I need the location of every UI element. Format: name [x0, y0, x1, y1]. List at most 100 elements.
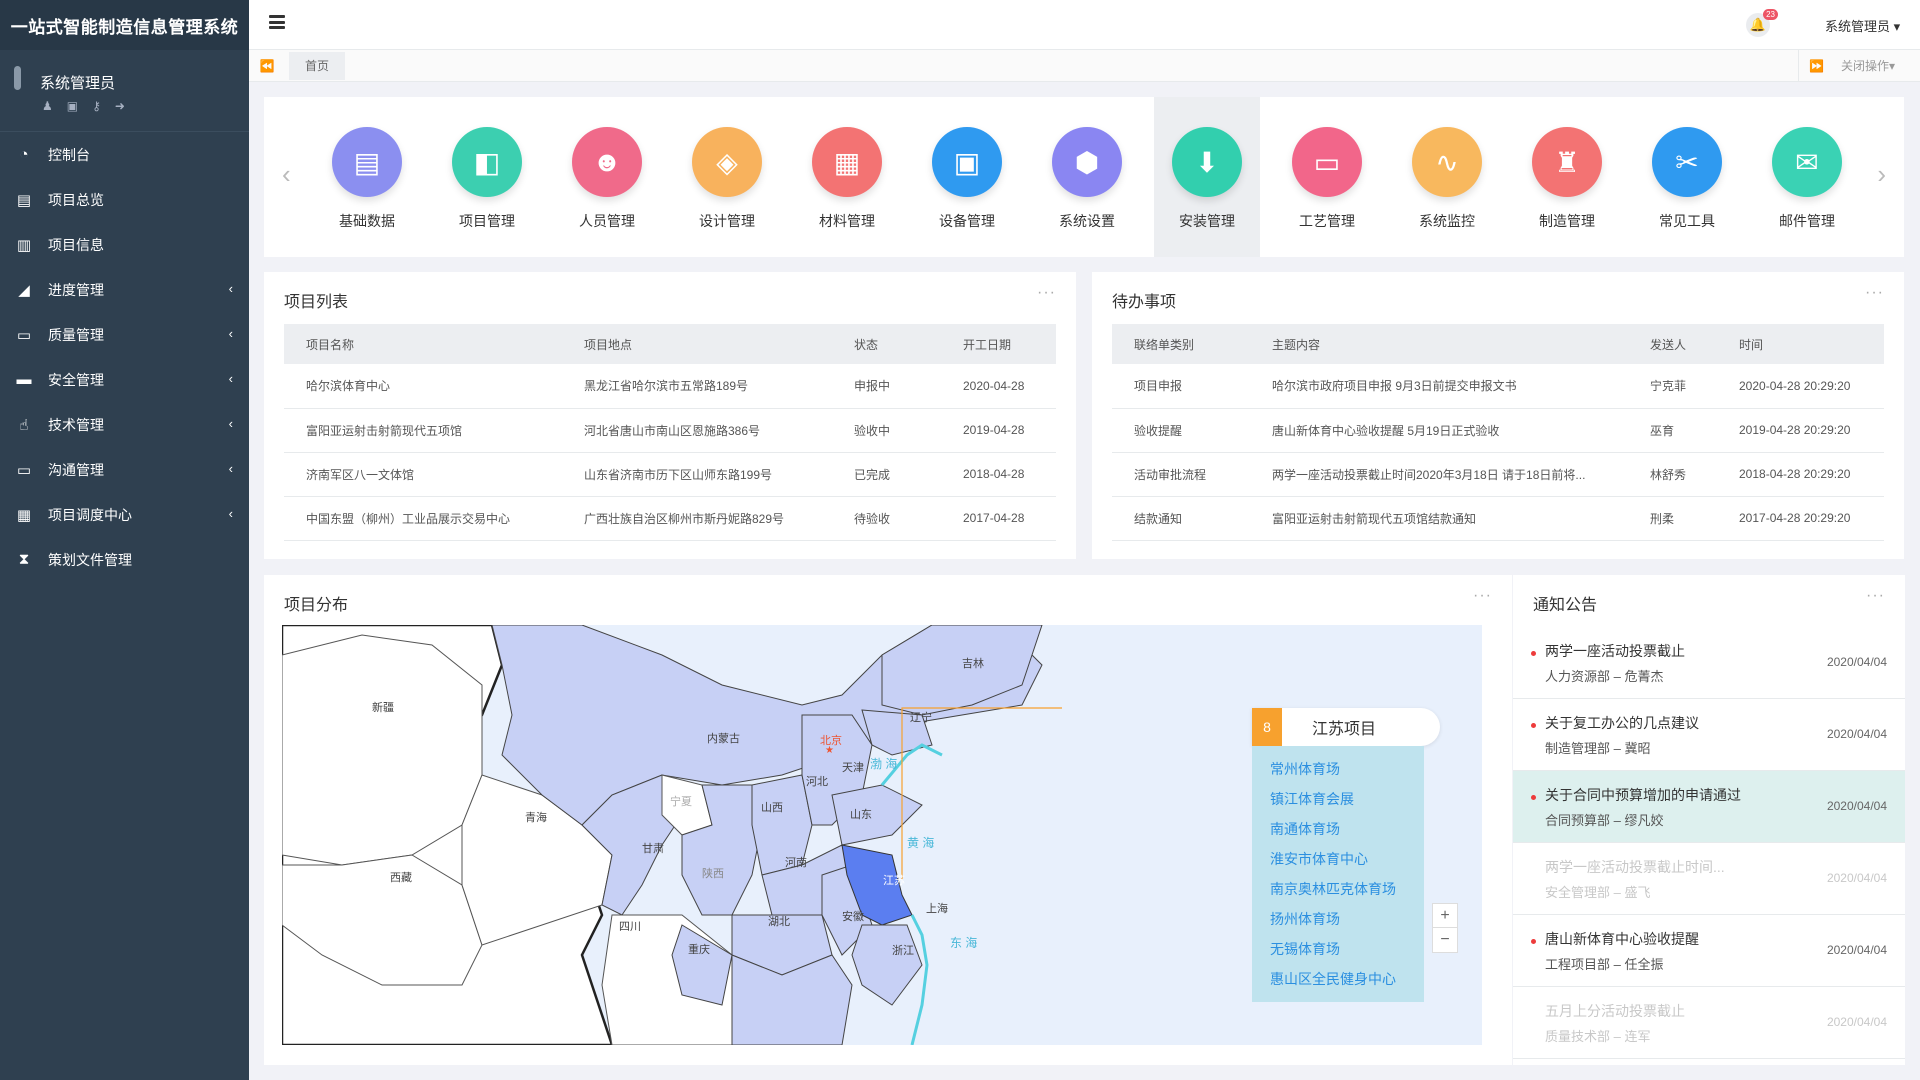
notice-item[interactable]: 唐山新体育中心验收提醒 工程项目部 – 任全振 2020/04/04: [1513, 915, 1905, 987]
profile-name[interactable]: 系统管理员: [40, 72, 115, 93]
module-shortcut[interactable]: ☻ 人员管理: [554, 97, 660, 257]
tabs-scroll-right-icon[interactable]: ⏩: [1798, 50, 1834, 82]
province-label: 北京: [820, 733, 842, 747]
sidebar-item-safety[interactable]: ▬ 安全管理 ‹: [0, 357, 249, 402]
column-header[interactable]: 时间: [1717, 324, 1884, 364]
province-label: 内蒙古: [707, 731, 740, 745]
sidebar-item-overview[interactable]: ▤ 项目总览: [0, 177, 249, 222]
key-icon[interactable]: ⚷: [92, 99, 101, 113]
notice-title: 唐山新体育中心验收提醒: [1545, 931, 1699, 947]
module-shortcut[interactable]: ◈ 设计管理: [674, 97, 780, 257]
column-header[interactable]: 发送人: [1628, 324, 1717, 364]
sidebar-menu: ◔ 控制台 ▤ 项目总览 ▥ 项目信息 ◢ 进度管理 ‹ ▭ 质量管理 ‹ ▬ 安全管理 ‹ ☝ 技…: [0, 132, 249, 582]
module-icon: ◧: [452, 127, 522, 197]
column-header[interactable]: 状态: [832, 324, 941, 364]
popup-project-link[interactable]: 镇江体育会展: [1270, 784, 1424, 814]
sidebar-item-communication[interactable]: ▭ 沟通管理 ‹: [0, 447, 249, 492]
module-label: 安装管理: [1179, 213, 1235, 229]
module-label: 基础数据: [339, 213, 395, 229]
column-header[interactable]: 主题内容: [1250, 324, 1628, 364]
popup-project-link[interactable]: 惠山区全民健身中心: [1270, 964, 1424, 994]
module-shortcut[interactable]: ⬢ 系统设置: [1034, 97, 1140, 257]
logout-icon[interactable]: ➜: [115, 99, 125, 113]
bell-icon[interactable]: 🔔 23: [1746, 9, 1778, 37]
popup-project-link[interactable]: 常州体育场: [1270, 754, 1424, 784]
notice-item[interactable]: 两学一座活动投票截止时间... 安全管理部 – 盛飞 2020/04/04: [1513, 843, 1905, 915]
idcard-icon[interactable]: ▣: [67, 99, 78, 113]
chevron-right-icon[interactable]: ›: [1877, 159, 1886, 190]
more-icon[interactable]: ···: [1865, 284, 1884, 302]
table-row[interactable]: 活动审批流程 两学一座活动投票截止时间2020年3月18日 请于18日前将... 林…: [1112, 452, 1884, 497]
popup-project-link[interactable]: 无锡体育场: [1270, 934, 1424, 964]
more-icon[interactable]: ···: [1037, 284, 1056, 302]
more-icon[interactable]: ···: [1473, 587, 1492, 605]
module-icon: ♜: [1532, 127, 1602, 197]
sidebar-item-quality[interactable]: ▭ 质量管理 ‹: [0, 312, 249, 357]
notice-item[interactable]: 五月上分活动投票截止 质量技术部 – 连军 2020/04/04: [1513, 987, 1905, 1059]
table-row[interactable]: 中国东盟（柳州）工业品展示交易中心 广西壮族自治区柳州市斯丹妮路829号 待验收 20…: [284, 496, 1056, 541]
table-row[interactable]: 结款通知 富阳亚运射击射箭现代五项馆结款通知 刑柔 2017-04-28 20:29:…: [1112, 496, 1884, 541]
chevron-left-icon[interactable]: ‹: [282, 159, 291, 190]
column-header[interactable]: 项目名称: [284, 324, 562, 364]
table-row[interactable]: 验收提醒 唐山新体育中心验收提醒 5月19日正式验收 巫育 2019-04-28 20…: [1112, 408, 1884, 453]
menu-toggle-icon[interactable]: [269, 15, 285, 29]
module-shortcut[interactable]: ♜ 制造管理: [1514, 97, 1620, 257]
notice-item[interactable]: 关于复工办公的几点建议 制造管理部 – 冀昭 2020/04/04: [1513, 699, 1905, 771]
module-label: 系统设置: [1059, 213, 1115, 229]
avatar[interactable]: [14, 66, 21, 90]
column-header[interactable]: 联络单类别: [1112, 324, 1250, 364]
sidebar-item-label: 控制台: [48, 146, 90, 163]
sidebar-item-progress[interactable]: ◢ 进度管理 ‹: [0, 267, 249, 312]
notice-title: 两学一座活动投票截止: [1545, 643, 1685, 659]
column-header[interactable]: 项目地点: [562, 324, 832, 364]
module-shortcut[interactable]: ▤ 基础数据: [314, 97, 420, 257]
zoom-in-button[interactable]: +: [1432, 903, 1458, 929]
more-icon[interactable]: ···: [1866, 587, 1885, 605]
province-label: 安徽: [842, 909, 864, 923]
module-shortcut[interactable]: ▦ 材料管理: [794, 97, 900, 257]
popup-project-link[interactable]: 扬州体育场: [1270, 904, 1424, 934]
module-shortcut[interactable]: ✂ 常见工具: [1634, 97, 1740, 257]
module-shortcuts: ‹ › ▤ 基础数据 ◧ 项目管理 ☻ 人员管理 ◈ 设计管理 ▦ 材料管理 ▣ 设备管理 ⬢ 系统设置 ⬇…: [264, 97, 1904, 257]
user-icon[interactable]: ♟: [42, 99, 53, 113]
table-row[interactable]: 项目申报 哈尔滨市政府项目申报 9月3日前提交申报文书 宁克菲 2020-04-28 …: [1112, 364, 1884, 409]
module-shortcut[interactable]: ✉ 邮件管理: [1754, 97, 1860, 257]
sidebar-item-dispatch[interactable]: ▦ 项目调度中心 ‹: [0, 492, 249, 537]
province-label: 山东: [850, 808, 872, 821]
tab-home[interactable]: 首页: [289, 52, 346, 80]
sidebar-item-planning[interactable]: ⧗ 策划文件管理: [0, 537, 249, 582]
table-row[interactable]: 哈尔滨体育中心 黑龙江省哈尔滨市五常路189号 申报中 2020-04-28: [284, 364, 1056, 409]
module-shortcut[interactable]: ▣ 设备管理: [914, 97, 1020, 257]
sidebar-item-info[interactable]: ▥ 项目信息: [0, 222, 249, 267]
module-shortcut[interactable]: ◧ 项目管理: [434, 97, 540, 257]
close-operations-dropdown[interactable]: 关闭操作▾: [1841, 50, 1895, 82]
column-header[interactable]: 开工日期: [941, 324, 1056, 364]
module-label: 材料管理: [819, 213, 875, 229]
notice-department: 合同预算部 – 缪凡姣: [1545, 813, 1664, 828]
province-label: 山西: [761, 801, 783, 814]
tabs-scroll-left-icon[interactable]: ⏪: [249, 50, 285, 82]
zoom-out-button[interactable]: −: [1432, 927, 1458, 953]
popup-project-link[interactable]: 南通体育场: [1270, 814, 1424, 844]
table-cell: 2017-04-28: [941, 496, 1056, 541]
popup-project-link[interactable]: 淮安市体育中心: [1270, 844, 1424, 874]
table-cell: 验收提醒: [1112, 408, 1250, 453]
sidebar-item-tech[interactable]: ☝ 技术管理 ‹: [0, 402, 249, 447]
table-row[interactable]: 济南军区八一文体馆 山东省济南市历下区山师东路199号 已完成 2018-04-28: [284, 452, 1056, 497]
popup-project-link[interactable]: 南京奥林匹克体育场: [1270, 874, 1424, 904]
module-shortcut[interactable]: ▭ 工艺管理: [1274, 97, 1380, 257]
user-dropdown[interactable]: 系统管理员 ▾: [1825, 16, 1900, 35]
module-shortcut[interactable]: ⬇ 安装管理: [1154, 97, 1260, 257]
table-cell: 2019-04-28 20:29:20: [1717, 408, 1884, 453]
table-row[interactable]: 富阳亚运射击射箭现代五项馆 河北省唐山市南山区恩施路386号 验收中 2019-04-…: [284, 408, 1056, 453]
project-list-panel: 项目列表 ··· 项目名称 项目地点 状态 开工日期 哈尔滨体育中心 黑龙江省哈尔…: [264, 272, 1076, 559]
sidebar: 一站式智能制造信息管理系统 系统管理员 ♟ ▣ ⚷ ➜ ◔ 控制台 ▤ 项目总览 ▥…: [0, 0, 249, 1080]
china-map[interactable]: ★ 新疆 西藏 青海 甘肃 宁夏 内蒙古 陕西 四川 重庆 山西 河北 北京 天…: [282, 625, 1482, 1045]
module-shortcut[interactable]: ∿ 系统监控: [1394, 97, 1500, 257]
notice-date: 2020/04/04: [1826, 727, 1887, 741]
notice-item[interactable]: 关于合同中预算增加的申请通过 合同预算部 – 缪凡姣 2020/04/04: [1513, 771, 1905, 843]
notice-item[interactable]: 两学一座活动投票截止 人力资源部 – 危菁杰 2020/04/04: [1513, 627, 1905, 699]
sidebar-item-dashboard[interactable]: ◔ 控制台: [0, 132, 249, 177]
panel-title: 待办事项: [1112, 294, 1177, 311]
province-popup: 8 江苏项目 常州体育场 镇江体育会展 南通体育场 淮安市体育中心 南京奥林匹克体育场扬…: [1252, 708, 1440, 1002]
